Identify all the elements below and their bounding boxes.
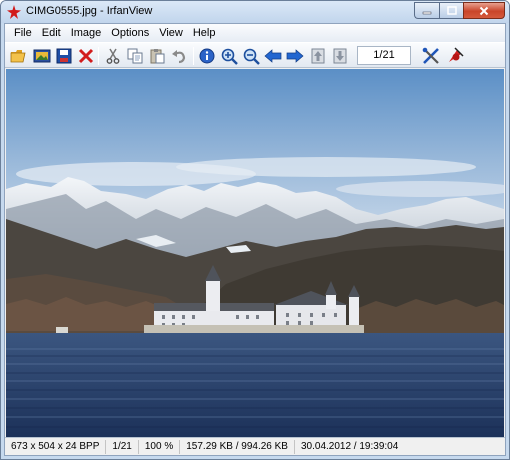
- save-button[interactable]: [54, 46, 74, 66]
- status-datetime: 30.04.2012 / 19:39:04: [300, 440, 399, 452]
- status-zoom: 100 %: [139, 439, 181, 454]
- menu-help[interactable]: Help: [188, 24, 221, 42]
- paste-icon: [150, 49, 165, 64]
- menu-image[interactable]: Image: [66, 24, 107, 42]
- open-button[interactable]: [9, 46, 29, 66]
- menu-options[interactable]: Options: [106, 24, 154, 42]
- cut-button[interactable]: [103, 46, 123, 66]
- close-button[interactable]: [463, 2, 505, 19]
- irfanview-app-icon: [7, 5, 21, 19]
- exit-icon: [449, 47, 464, 62]
- status-bar: 673 x 504 x 24 BPP 1/21 100 % 157.29 KB …: [5, 437, 505, 455]
- toolbar: 1/21: [5, 42, 505, 68]
- slideshow-icon: [33, 49, 51, 63]
- menu-file[interactable]: File: [9, 24, 37, 42]
- info-button[interactable]: [197, 46, 217, 66]
- toolbar-separator: [98, 47, 99, 65]
- save-icon: [56, 48, 72, 64]
- undo-button[interactable]: [169, 46, 189, 66]
- first-page-button[interactable]: [308, 46, 328, 66]
- last-page-icon: [333, 48, 347, 64]
- next-image-button[interactable]: [285, 46, 305, 66]
- settings-button[interactable]: [421, 46, 441, 66]
- irfanview-window: CIMG0555.jpg - IrfanView File Edit Image…: [0, 0, 510, 460]
- window-controls: [414, 2, 505, 20]
- delete-icon: [78, 48, 94, 64]
- info-icon: [199, 48, 215, 64]
- copy-icon: [127, 48, 143, 64]
- window-title: CIMG0555.jpg - IrfanView: [26, 5, 153, 17]
- menu-view[interactable]: View: [154, 24, 188, 42]
- menu-bar: File Edit Image Options View Help: [5, 24, 505, 42]
- image-viewport[interactable]: [6, 69, 504, 437]
- page-counter-field[interactable]: 1/21: [357, 46, 411, 65]
- paste-button[interactable]: [147, 46, 167, 66]
- copy-button[interactable]: [125, 46, 145, 66]
- previous-image-button[interactable]: [263, 46, 283, 66]
- lake-castle-photo: [6, 69, 504, 437]
- minimize-icon: [422, 11, 432, 14]
- first-page-icon: [311, 48, 325, 64]
- menu-edit[interactable]: Edit: [37, 24, 66, 42]
- status-index: 1/21: [106, 439, 139, 454]
- exit-button[interactable]: [445, 46, 465, 66]
- next-arrow-icon: [286, 49, 304, 63]
- maximize-button[interactable]: [439, 2, 463, 19]
- zoom-in-icon: [221, 48, 238, 65]
- minimize-button[interactable]: [414, 2, 439, 19]
- cut-icon: [106, 48, 120, 64]
- title-bar[interactable]: CIMG0555.jpg - IrfanView: [1, 1, 509, 23]
- delete-button[interactable]: [76, 46, 96, 66]
- client-area: File Edit Image Options View Help 1/21 6…: [4, 23, 506, 456]
- last-page-button[interactable]: [330, 46, 350, 66]
- zoom-out-button[interactable]: [241, 46, 261, 66]
- maximize-icon: [446, 6, 457, 15]
- slideshow-button[interactable]: [32, 46, 52, 66]
- zoom-in-button[interactable]: [219, 46, 239, 66]
- settings-tools-icon: [422, 47, 439, 64]
- toolbar-separator: [193, 47, 194, 65]
- status-dimensions: 673 x 504 x 24 BPP: [5, 439, 107, 454]
- open-folder-icon: [10, 50, 26, 63]
- previous-arrow-icon: [264, 49, 282, 63]
- close-icon: [479, 6, 489, 15]
- undo-icon: [172, 50, 186, 64]
- status-file-size: 157.29 KB / 994.26 KB: [180, 439, 295, 454]
- zoom-out-icon: [243, 48, 260, 65]
